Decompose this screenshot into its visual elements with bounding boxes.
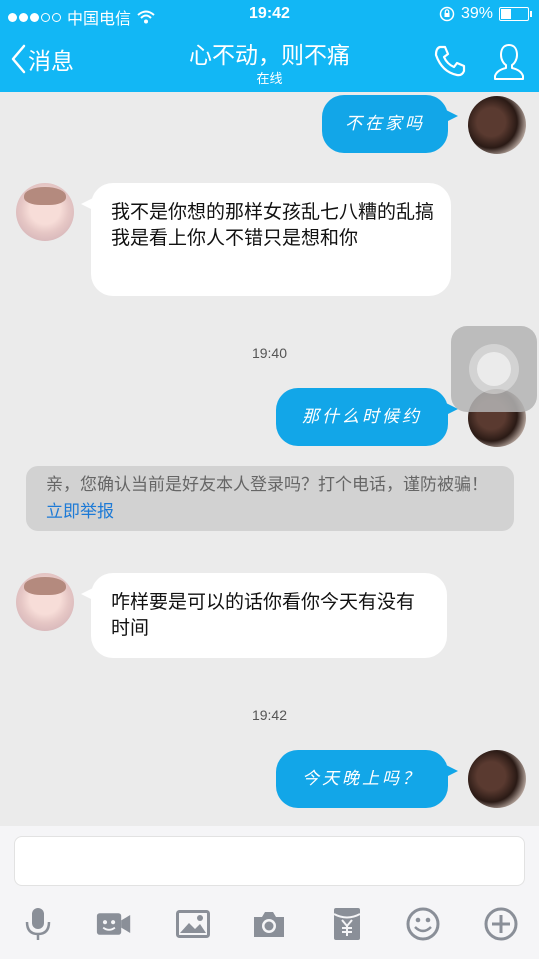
camera-icon[interactable]	[251, 906, 287, 942]
battery-area: 39%	[439, 5, 532, 23]
message-text: 那什么时候约	[302, 407, 422, 427]
message-bubble-outgoing[interactable]: 今天晚上吗？	[276, 750, 458, 808]
message-text: 不在家吗	[345, 114, 425, 134]
assistive-touch-button[interactable]	[451, 326, 537, 412]
my-avatar[interactable]	[468, 96, 526, 154]
timestamp: 19:42	[251, 707, 288, 723]
composer	[0, 826, 539, 959]
chat-header: 消息 心不动，则不痛 在线	[0, 30, 539, 92]
security-notice: 亲，您确认当前是好友本人登录吗？打个电话，谨防被骗！ 立即举报	[26, 466, 514, 531]
message-bubble-outgoing[interactable]: 那什么时候约	[276, 388, 458, 446]
contact-profile-icon[interactable]	[491, 41, 527, 81]
report-link[interactable]: 立即举报	[46, 502, 114, 521]
message-bubble-outgoing[interactable]: 不在家吗	[322, 95, 458, 153]
status-bar: 中国电信 19:42 39%	[0, 0, 539, 30]
contact-avatar[interactable]	[16, 183, 74, 241]
message-text: 咋样要是可以的话你看你今天有没有时间	[111, 592, 416, 639]
notice-text: 亲，您确认当前是好友本人登录吗？打个电话，谨防被骗！	[46, 475, 488, 494]
emoji-icon[interactable]	[405, 906, 441, 942]
contact-avatar[interactable]	[16, 573, 74, 631]
message-text: 今天晚上吗？	[302, 769, 422, 789]
red-packet-icon[interactable]	[329, 906, 365, 942]
phone-call-icon[interactable]	[432, 43, 468, 79]
message-text: 我不是你想的那样女孩乱七八糟的乱搞我是看上你人不错只是想和你	[111, 202, 435, 249]
my-avatar[interactable]	[468, 750, 526, 808]
message-bubble-incoming[interactable]: 我不是你想的那样女孩乱七八糟的乱搞我是看上你人不错只是想和你	[81, 183, 451, 296]
plus-icon[interactable]	[483, 906, 519, 942]
video-call-icon[interactable]	[96, 906, 132, 942]
battery-icon	[499, 7, 532, 21]
microphone-icon[interactable]	[20, 906, 56, 942]
battery-percent: 39%	[460, 5, 493, 22]
orientation-lock-icon	[439, 6, 455, 22]
message-bubble-incoming[interactable]: 咋样要是可以的话你看你今天有没有时间	[81, 573, 447, 658]
message-input[interactable]	[14, 836, 525, 886]
image-icon[interactable]	[175, 906, 211, 942]
